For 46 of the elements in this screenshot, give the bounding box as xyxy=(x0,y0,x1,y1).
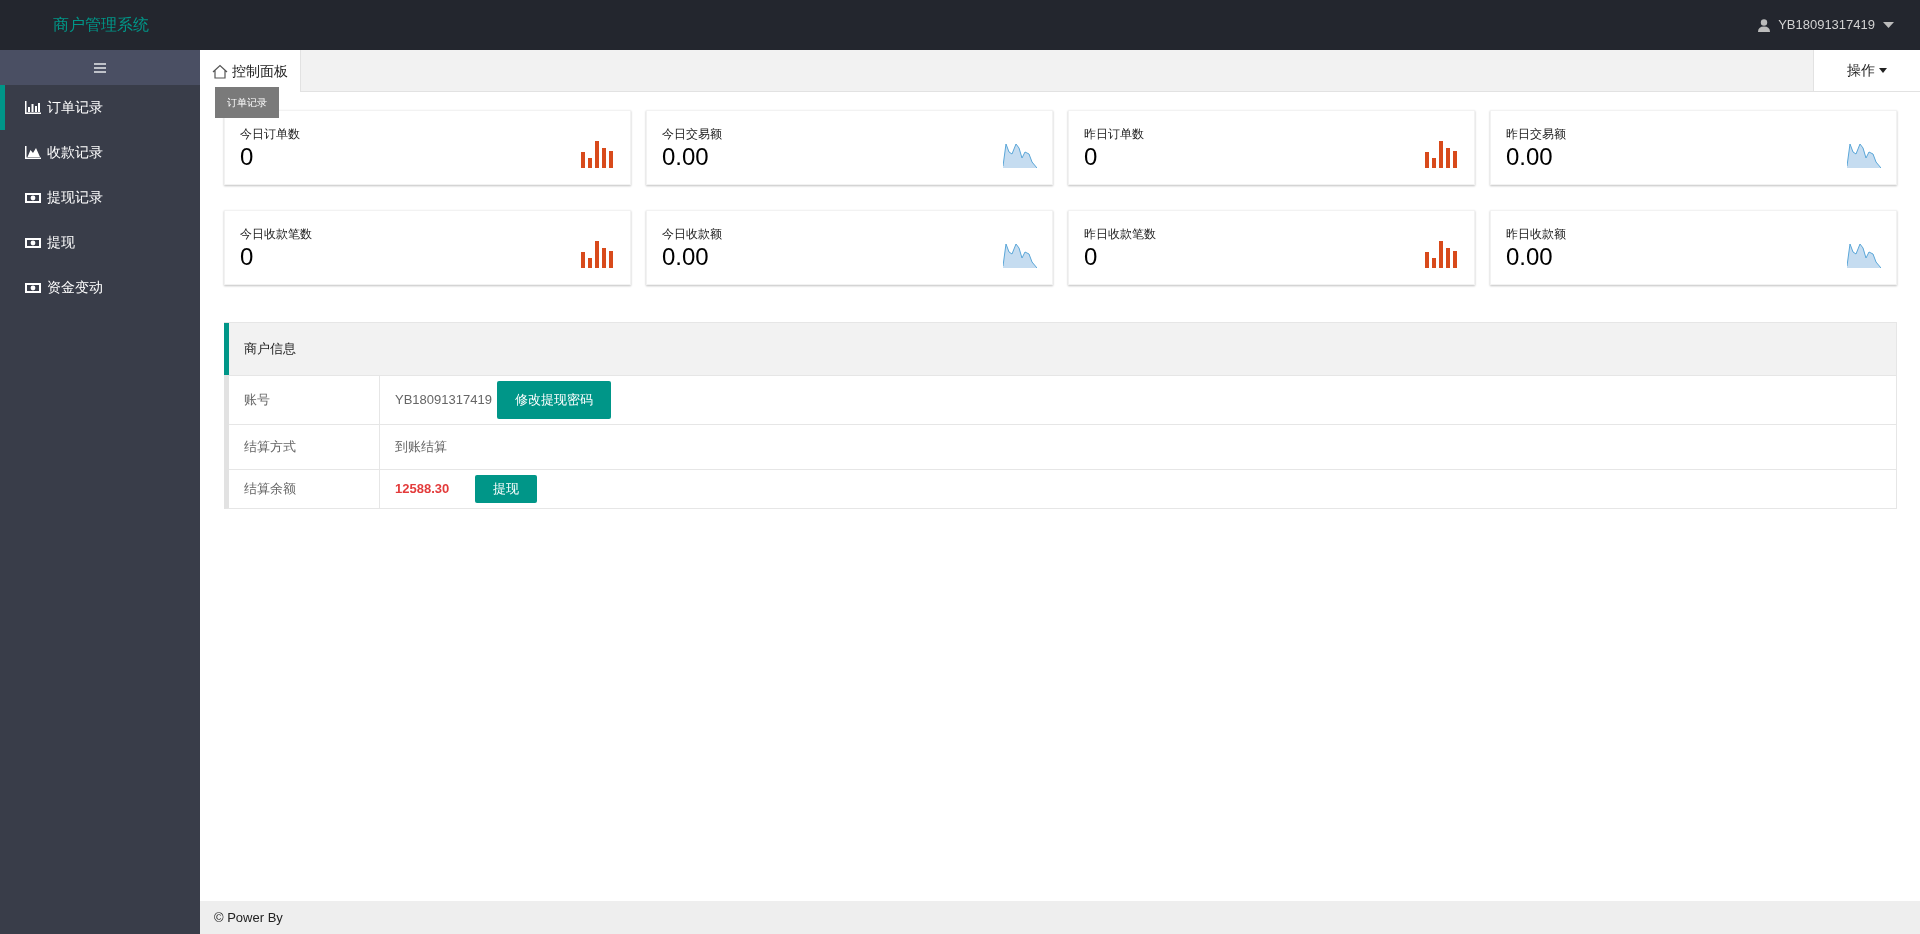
caret-icon xyxy=(1879,68,1887,73)
stat-label: 昨日收款额 xyxy=(1506,225,1566,243)
sidebar-item[interactable]: 收款记录 xyxy=(0,130,200,175)
stat-label: 今日交易额 xyxy=(662,125,722,143)
stat-value: 0 xyxy=(240,142,255,171)
menu-toggle[interactable] xyxy=(0,50,200,85)
sidebar-item[interactable]: 资金变动 xyxy=(0,265,200,310)
panel-title: 商户信息 xyxy=(244,340,296,359)
table-cell: 账号 xyxy=(229,376,380,424)
user-icon xyxy=(1758,18,1771,32)
stat-value: 0 xyxy=(1084,142,1099,171)
area-chart-icon xyxy=(25,146,41,159)
action-button[interactable]: 修改提现密码 xyxy=(496,381,611,419)
bar-chart-icon xyxy=(25,101,41,114)
stat-value: 0.00 xyxy=(1506,142,1554,171)
sidebar-item[interactable]: 提现 xyxy=(0,220,200,265)
stat-label: 今日收款笔数 xyxy=(240,225,312,243)
menu-icon xyxy=(94,62,106,73)
user-menu[interactable]: YB18091317419 xyxy=(1758,15,1894,35)
stat-label: 今日收款额 xyxy=(662,225,722,243)
banknote-icon xyxy=(25,281,41,294)
app-title: 商户管理系统 xyxy=(53,15,149,35)
table-cell-text: YB18091317419 xyxy=(395,391,492,410)
table-cell-text: 到账结算 xyxy=(395,438,447,456)
table-cell: 结算余额 xyxy=(229,469,380,508)
stat-label: 昨日收款笔数 xyxy=(1084,225,1156,243)
action-button[interactable]: 提现 xyxy=(475,474,538,503)
stat-value: 0.00 xyxy=(1506,242,1554,271)
stat-label: 昨日订单数 xyxy=(1084,125,1144,143)
stat-label: 今日订单数 xyxy=(240,125,300,143)
actions-button[interactable]: 操作 xyxy=(1813,50,1920,91)
caret-icon xyxy=(1883,22,1894,28)
stat-label: 昨日交易额 xyxy=(1506,125,1566,143)
home-icon xyxy=(212,63,228,79)
tooltip: 订单记录 xyxy=(215,87,279,118)
stat-value: 0 xyxy=(1084,242,1099,271)
banknote-icon xyxy=(25,236,41,249)
stat-value: 0.00 xyxy=(662,242,710,271)
sidebar-item[interactable]: 提现记录 xyxy=(0,175,200,220)
table-cell: 结算方式 xyxy=(229,425,380,469)
table-cell-text: 12588.30 xyxy=(395,479,450,498)
banknote-icon xyxy=(25,191,41,204)
tab[interactable]: 控制面板 xyxy=(200,50,301,92)
stat-value: 0 xyxy=(240,242,255,271)
stat-value: 0.00 xyxy=(662,142,710,171)
footer-text: © Power By xyxy=(214,908,283,927)
